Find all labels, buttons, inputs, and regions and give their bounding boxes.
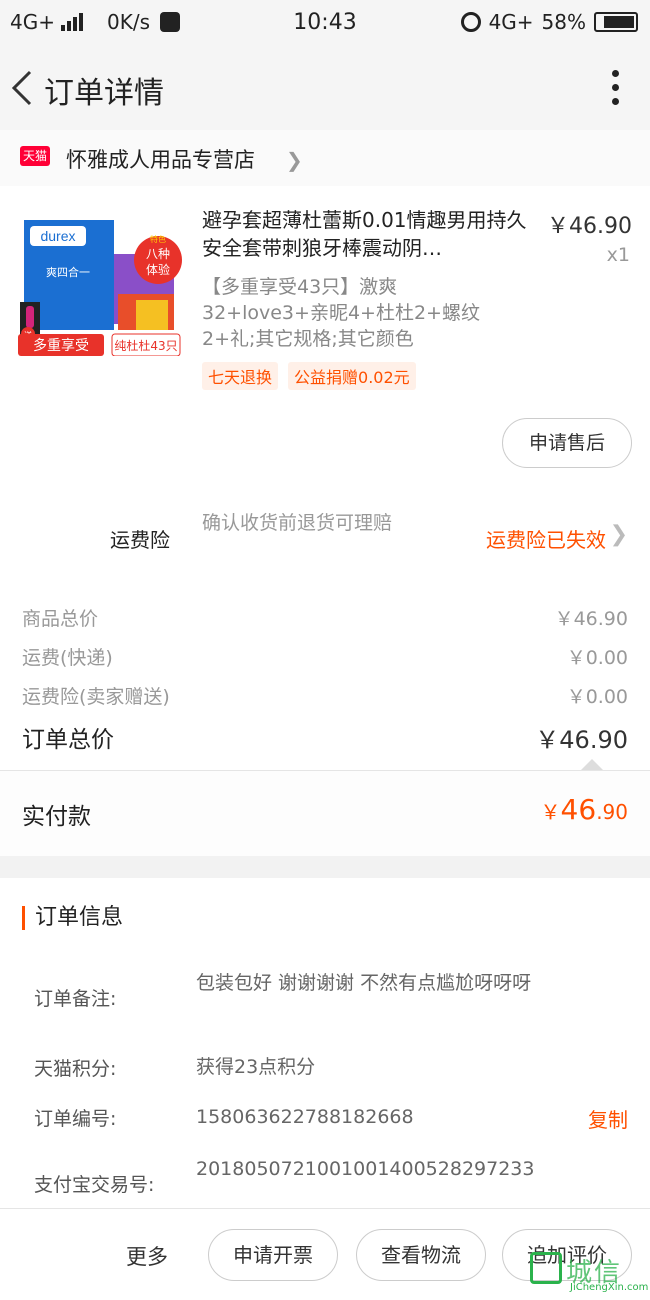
tmall-points-value: 获得23点积分 (196, 1056, 316, 1078)
product-title[interactable]: 避孕套超薄杜蕾斯0.01情趣男用持久安全套带刺狼牙棒震动阴… (202, 206, 534, 262)
actual-payment-row: 实付款 ￥46.90 (0, 770, 650, 856)
currency-symbol: ￥ (540, 800, 561, 824)
image-badge-line2: 体验 (146, 262, 170, 277)
apply-aftersale-button[interactable]: 申请售后 (502, 418, 632, 468)
watermark-subtext: JiChengXin.com (570, 1282, 649, 1293)
shipping-value: ￥0.00 (566, 647, 628, 669)
status-bar: 4G+ 0K/s 10:43 4G+ 58% (0, 0, 650, 46)
tag-charity: 公益捐赠0.02元 (288, 362, 416, 390)
image-badge-top: 特色 (150, 234, 166, 244)
shipping-insurance-row[interactable]: 运费险 确认收货前退货可理赔 运费险已失效 ❯ (0, 486, 650, 582)
amount-integer: 46 (560, 793, 597, 826)
alarm-icon (460, 12, 481, 32)
shipping-label: 运费(快递) (22, 647, 113, 669)
order-total-label: 订单总价 (22, 727, 114, 753)
page-title: 订单详情 (44, 76, 164, 111)
copy-order-number-button[interactable]: 复制 (588, 1104, 628, 1133)
insurance-fee-value: ￥0.00 (566, 686, 628, 708)
shipping-row: 运费(快递) ￥0.00 (22, 643, 628, 670)
service-tags: 七天退换 公益捐赠0.02元 (202, 362, 416, 390)
insurance-label: 运费险 (110, 528, 170, 552)
chevron-right-icon: ❯ (609, 522, 628, 547)
insurance-fee-row: 运费险(卖家赠送) ￥0.00 (22, 682, 628, 709)
chevron-right-icon: ❯ (286, 148, 303, 172)
goods-total-value: ￥46.90 (554, 608, 628, 630)
bottom-action-bar: 更多 申请开票 查看物流 追加评价 城信 JiChengXin.com (0, 1208, 650, 1300)
product-image[interactable]: durex 爽四合一 特色 八种 体验 送 多重享受 纯杜杜43只 (18, 214, 182, 356)
goods-total-row: 商品总价 ￥46.90 (22, 604, 628, 631)
image-badge-line1: 八种 (146, 247, 170, 261)
product-price: ￥46.90 (547, 214, 632, 239)
alipay-trade-label: 支付宝交易号: (34, 1174, 155, 1196)
watermark-logo-icon (530, 1252, 562, 1284)
image-banner-left: 多重享受 (33, 337, 89, 354)
product-sku: 【多重享受43只】激爽32+love3+亲昵4+杜杜2+螺纹2+礼;其它规格;其… (202, 276, 480, 350)
alipay-trade-value: 2018050721001001400528297233 (196, 1158, 535, 1180)
order-info-section: 订单信息 订单备注: 包装包好 谢谢谢谢 不然有点尴尬呀呀呀 天猫积分: 获得2… (0, 878, 650, 1208)
battery-percent: 58% (541, 10, 586, 34)
order-total-row: 订单总价 ￥46.90 (22, 720, 628, 754)
goods-total-label: 商品总价 (22, 608, 99, 630)
network-indicator-right: 4G+ (488, 10, 534, 34)
order-total-value: ￥46.90 (535, 726, 628, 754)
order-note-value: 包装包好 谢谢谢谢 不然有点尴尬呀呀呀 (196, 972, 532, 994)
actual-payment-amount: ￥46.90 (541, 793, 628, 826)
order-note-label: 订单备注: (34, 988, 117, 1010)
amount-decimal: .90 (596, 800, 628, 824)
more-actions-button[interactable]: 更多 (126, 1241, 168, 1271)
apply-invoice-button[interactable]: 申请开票 (208, 1229, 338, 1281)
image-brand-text: durex (40, 228, 75, 244)
image-banner-right: 纯杜杜43只 (114, 338, 177, 353)
product-quantity: x1 (606, 244, 630, 266)
actual-payment-label: 实付款 (22, 804, 91, 830)
price-summary: 商品总价 ￥46.90 运费(快递) ￥0.00 运费险(卖家赠送) ￥0.00… (0, 582, 650, 771)
tag-seven-day-return: 七天退换 (202, 362, 279, 390)
order-number-value: 158063622788182668 (196, 1106, 414, 1128)
insurance-fee-label: 运费险(卖家赠送) (22, 686, 170, 708)
insurance-desc: 确认收货前退货可理赔 (202, 512, 393, 534)
back-arrow-icon[interactable] (8, 68, 38, 108)
shop-row[interactable]: 天猫 怀雅成人用品专营店 ❯ (0, 130, 650, 186)
tmall-points-label: 天猫积分: (34, 1058, 117, 1080)
more-options-icon[interactable] (610, 70, 620, 108)
nav-bar: 订单详情 (0, 46, 650, 130)
shop-name: 怀雅成人用品专营店 (66, 148, 255, 172)
order-info-title: 订单信息 (22, 906, 123, 930)
insurance-status: 运费险已失效 (486, 528, 606, 552)
site-watermark: 城信 JiChengXin.com (530, 1252, 649, 1294)
order-number-label: 订单编号: (34, 1108, 117, 1130)
battery-icon (594, 12, 638, 32)
tmall-badge: 天猫 (20, 146, 50, 166)
product-item: durex 爽四合一 特色 八种 体验 送 多重享受 纯杜杜43只 避孕套超薄杜… (0, 186, 650, 486)
view-logistics-button[interactable]: 查看物流 (356, 1229, 486, 1281)
image-subtitle-text: 爽四合一 (46, 265, 90, 279)
